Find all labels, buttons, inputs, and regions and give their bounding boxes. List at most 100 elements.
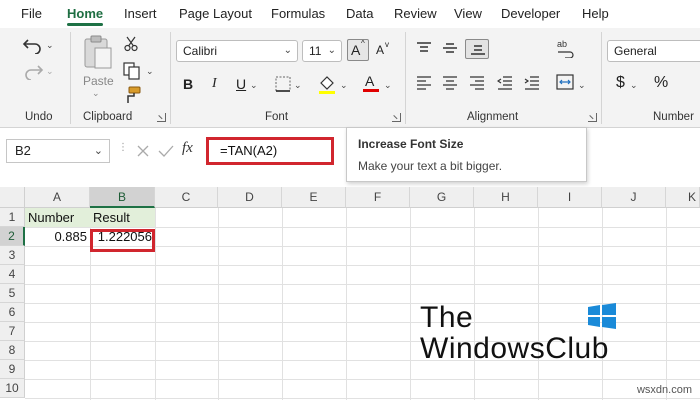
number-format-dropdown[interactable]: General	[607, 40, 700, 62]
menu-bar: File Home Insert Page Layout Formulas Da…	[0, 0, 700, 28]
cell-a1[interactable]: Number	[25, 208, 90, 227]
bottom-align-icon	[471, 45, 485, 55]
italic-button[interactable]: I	[212, 76, 217, 92]
chevron-down-icon: ⌄	[93, 145, 103, 157]
tooltip-description: Make your text a bit bigger.	[358, 159, 503, 173]
drag-handle-icon[interactable]: ⋮	[118, 142, 128, 153]
row-header-4[interactable]: 4	[0, 265, 25, 284]
row-header-3[interactable]: 3	[0, 246, 25, 265]
tab-view[interactable]: View	[454, 6, 482, 21]
cancel-icon[interactable]	[136, 144, 150, 158]
undo-icon[interactable]	[22, 36, 44, 54]
tab-review[interactable]: Review	[394, 6, 437, 21]
font-launcher-icon[interactable]	[392, 113, 401, 122]
column-header-i[interactable]: I	[538, 187, 602, 208]
ribbon: ⌄ ⌄ Undo Paste ⌄ ⌄ Clipboard Calibri ⌄ 1…	[0, 28, 700, 128]
row-header-10[interactable]: 10	[0, 379, 25, 398]
tab-formulas[interactable]: Formulas	[271, 6, 325, 21]
insert-function-button[interactable]: fx	[182, 140, 193, 157]
select-all-corner[interactable]	[0, 187, 25, 208]
font-size-dropdown[interactable]: 11 ⌄	[302, 40, 342, 62]
increase-indent-icon[interactable]	[524, 76, 540, 90]
tab-data[interactable]: Data	[346, 6, 373, 21]
column-header-c[interactable]: C	[155, 187, 218, 208]
wrap-text-icon[interactable]: ab	[556, 38, 576, 58]
decrease-indent-icon[interactable]	[497, 76, 513, 90]
column-header-a[interactable]: A	[25, 187, 90, 208]
formula-input[interactable]: =TAN(A2)	[206, 137, 334, 165]
column-header-k[interactable]: K	[666, 187, 700, 208]
column-header-e[interactable]: E	[282, 187, 346, 208]
cell-b1[interactable]: Result	[90, 208, 155, 227]
decrease-font-size-button[interactable]: A v	[373, 39, 395, 61]
align-center-icon[interactable]	[442, 76, 458, 90]
tab-help[interactable]: Help	[582, 6, 609, 21]
bottom-align-button[interactable]	[465, 39, 489, 59]
cell-a2[interactable]: 0.885	[25, 227, 90, 246]
merge-dropdown-icon[interactable]: ⌄	[578, 80, 586, 91]
font-color-button[interactable]: A	[363, 73, 379, 93]
gridline	[25, 284, 700, 285]
fill-color-icon[interactable]	[318, 74, 336, 94]
row-header-7[interactable]: 7	[0, 322, 25, 341]
increase-font-size-button[interactable]: A ^	[347, 39, 369, 61]
column-header-g[interactable]: G	[410, 187, 474, 208]
row-header-8[interactable]: 8	[0, 341, 25, 360]
redo-dropdown-icon[interactable]: ⌄	[46, 66, 54, 77]
name-box[interactable]: B2 ⌄	[6, 139, 110, 163]
tab-file[interactable]: File	[21, 6, 42, 21]
underline-dropdown-icon[interactable]: ⌄	[250, 80, 258, 91]
underline-button[interactable]: U	[236, 76, 246, 92]
redo-icon[interactable]	[22, 62, 44, 80]
middle-align-icon[interactable]	[442, 42, 458, 54]
gridline	[218, 208, 219, 400]
row-header-2[interactable]: 2	[0, 227, 25, 246]
currency-button[interactable]: $	[616, 74, 625, 92]
tab-home[interactable]: Home	[67, 6, 104, 26]
formula-controls: fx	[130, 139, 200, 163]
tab-developer[interactable]: Developer	[501, 6, 560, 21]
tooltip: Increase Font Size Make your text a bit …	[346, 127, 587, 182]
copy-dropdown-icon[interactable]: ⌄	[146, 66, 154, 77]
borders-icon[interactable]	[275, 76, 291, 92]
tab-insert[interactable]: Insert	[124, 6, 157, 21]
column-header-b[interactable]: B	[90, 187, 155, 208]
row-header-9[interactable]: 9	[0, 360, 25, 379]
copy-icon[interactable]	[123, 62, 141, 80]
column-header-d[interactable]: D	[218, 187, 282, 208]
merge-center-icon[interactable]	[556, 74, 574, 90]
fill-color-dropdown-icon[interactable]: ⌄	[340, 80, 348, 91]
row-header-1[interactable]: 1	[0, 208, 25, 227]
cut-icon[interactable]	[124, 36, 138, 52]
enter-check-icon[interactable]	[158, 144, 174, 158]
row-header-5[interactable]: 5	[0, 284, 25, 303]
align-left-icon[interactable]	[416, 76, 432, 90]
percent-button[interactable]: %	[654, 74, 668, 92]
bold-button[interactable]: B	[183, 76, 193, 92]
top-align-icon[interactable]	[416, 42, 432, 54]
paste-dropdown-icon[interactable]: ⌄	[92, 88, 100, 99]
currency-dropdown-icon[interactable]: ⌄	[630, 80, 638, 91]
number-format-value: General	[614, 44, 657, 58]
group-label-number: Number	[653, 111, 694, 123]
tab-page-layout[interactable]: Page Layout	[179, 6, 252, 21]
paste-label[interactable]: Paste	[83, 74, 114, 88]
align-right-icon[interactable]	[469, 76, 485, 90]
row-header-6[interactable]: 6	[0, 303, 25, 322]
format-painter-icon[interactable]	[123, 86, 141, 104]
column-header-h[interactable]: H	[474, 187, 538, 208]
column-header-j[interactable]: J	[602, 187, 666, 208]
group-label-font: Font	[265, 111, 289, 123]
undo-dropdown-icon[interactable]: ⌄	[46, 40, 54, 51]
font-name-dropdown[interactable]: Calibri ⌄	[176, 40, 298, 62]
spreadsheet-grid: A B C D E F G H I J K 1 2 3 4 5 6 7 8 9 …	[0, 187, 700, 400]
alignment-launcher-icon[interactable]	[588, 113, 597, 122]
paste-icon[interactable]	[82, 34, 114, 72]
site-watermark: wsxdn.com	[636, 384, 692, 396]
separator	[405, 32, 406, 124]
borders-dropdown-icon[interactable]: ⌄	[294, 80, 302, 91]
column-header-f[interactable]: F	[346, 187, 410, 208]
font-color-dropdown-icon[interactable]: ⌄	[384, 80, 392, 91]
clipboard-launcher-icon[interactable]	[157, 113, 166, 122]
font-color-swatch	[363, 89, 379, 92]
